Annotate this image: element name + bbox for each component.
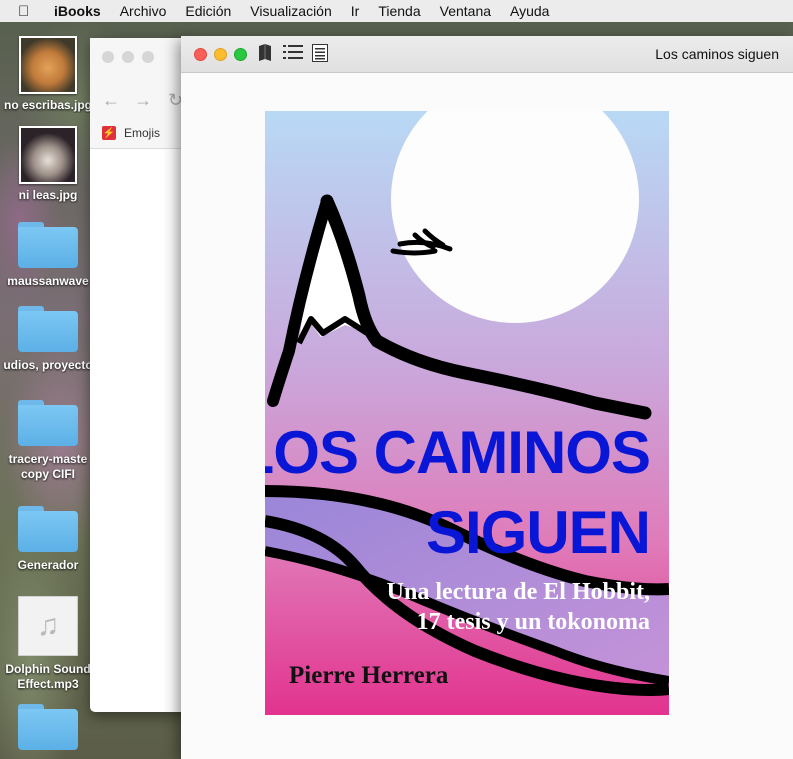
notes-icon[interactable] [312,44,328,66]
book-cover[interactable]: LOS CAMINOS SIGUEN Una lectura de El Hob… [265,111,669,715]
image-thumbnail-icon [19,36,77,94]
bookmark-label: Emojis [124,126,161,140]
back-arrow-icon[interactable]: ← [102,90,120,111]
book-subtitle-line2: 17 tesis y un tokonoma [417,609,650,635]
reader-titlebar: Los caminos siguen [181,36,793,73]
folder-icon [18,306,78,352]
desktop-icon-label: maussanwave [7,274,89,288]
desktop-icon-label: Dolphin Sound [5,662,91,676]
window-minimize-button[interactable] [214,48,227,61]
forward-arrow-icon[interactable]: → [134,90,152,111]
desktop-icon-maussanwave[interactable]: maussanwave [0,222,96,289]
book-title-line1: LOS CAMINOS [265,419,650,486]
desktop-icon-dolphin-sound[interactable]: ♫ Dolphin Sound Effect.mp3 [0,596,96,692]
window-zoom-button[interactable] [142,51,154,63]
desktop-icon-label: udios, proyecto [3,358,93,372]
window-close-button[interactable] [102,51,114,63]
menu-ir[interactable]: Ir [351,3,360,19]
apple-icon[interactable]:  [18,3,38,20]
desktop-icon-label: no escribas.jpg [3,98,93,112]
desktop-icon-label-line2: copy CIFI [20,467,75,481]
desktop-icon-ni-leas[interactable]: ni leas.jpg [0,126,96,203]
menu-tienda[interactable]: Tienda [378,3,420,19]
window-title: Los caminos siguen [655,46,779,62]
browser-toolbar: ← → ↻ ⚡ Emojis [90,38,190,149]
desktop-icon-tracery[interactable]: tracery-maste copy CIFI [0,400,96,482]
desktop-icon-proyecto[interactable]: udios, proyecto [0,306,96,373]
desktop-icon-generador[interactable]: Generador [0,506,96,573]
menu-edicion[interactable]: Edición [185,3,231,19]
desktop-icon-label-line2: Effect.mp3 [17,677,79,691]
window-minimize-button[interactable] [122,51,134,63]
menu-bar:  iBooks Archivo Edición Visualización I… [0,0,793,23]
menu-ibooks[interactable]: iBooks [54,3,101,19]
folder-icon [18,704,78,750]
desktop-icon-label: tracery-maste [8,452,88,466]
menu-visualizacion[interactable]: Visualización [250,3,331,19]
ibooks-reader-window[interactable]: Los caminos siguen LOS CAMINOS SIGUEN Un… [181,36,793,759]
music-file-icon: ♫ [18,596,78,656]
desktop-icon-folder[interactable] [0,704,96,756]
folder-icon [18,222,78,268]
lightning-icon: ⚡ [102,126,116,140]
book-author: Pierre Herrera [289,662,449,689]
window-close-button[interactable] [194,48,207,61]
menu-ayuda[interactable]: Ayuda [510,3,549,19]
desktop-icon-label: Generador [17,558,79,572]
bookmark-emojis[interactable]: ⚡ Emojis [102,126,160,140]
window-zoom-button[interactable] [234,48,247,61]
library-book-icon[interactable] [258,44,272,66]
table-of-contents-icon[interactable] [283,44,303,64]
menu-archivo[interactable]: Archivo [120,3,167,19]
folder-icon [18,400,78,446]
desktop-icon-no-escribas[interactable]: no escribas.jpg [0,36,96,113]
folder-icon [18,506,78,552]
desktop-icon-label: ni leas.jpg [18,188,78,202]
menu-ventana[interactable]: Ventana [440,3,491,19]
image-thumbnail-icon [19,126,77,184]
book-title-line2: SIGUEN [426,499,650,566]
book-subtitle-line1: Una lectura de El Hobbit, [387,579,650,605]
browser-window[interactable]: ← → ↻ ⚡ Emojis [90,38,190,712]
